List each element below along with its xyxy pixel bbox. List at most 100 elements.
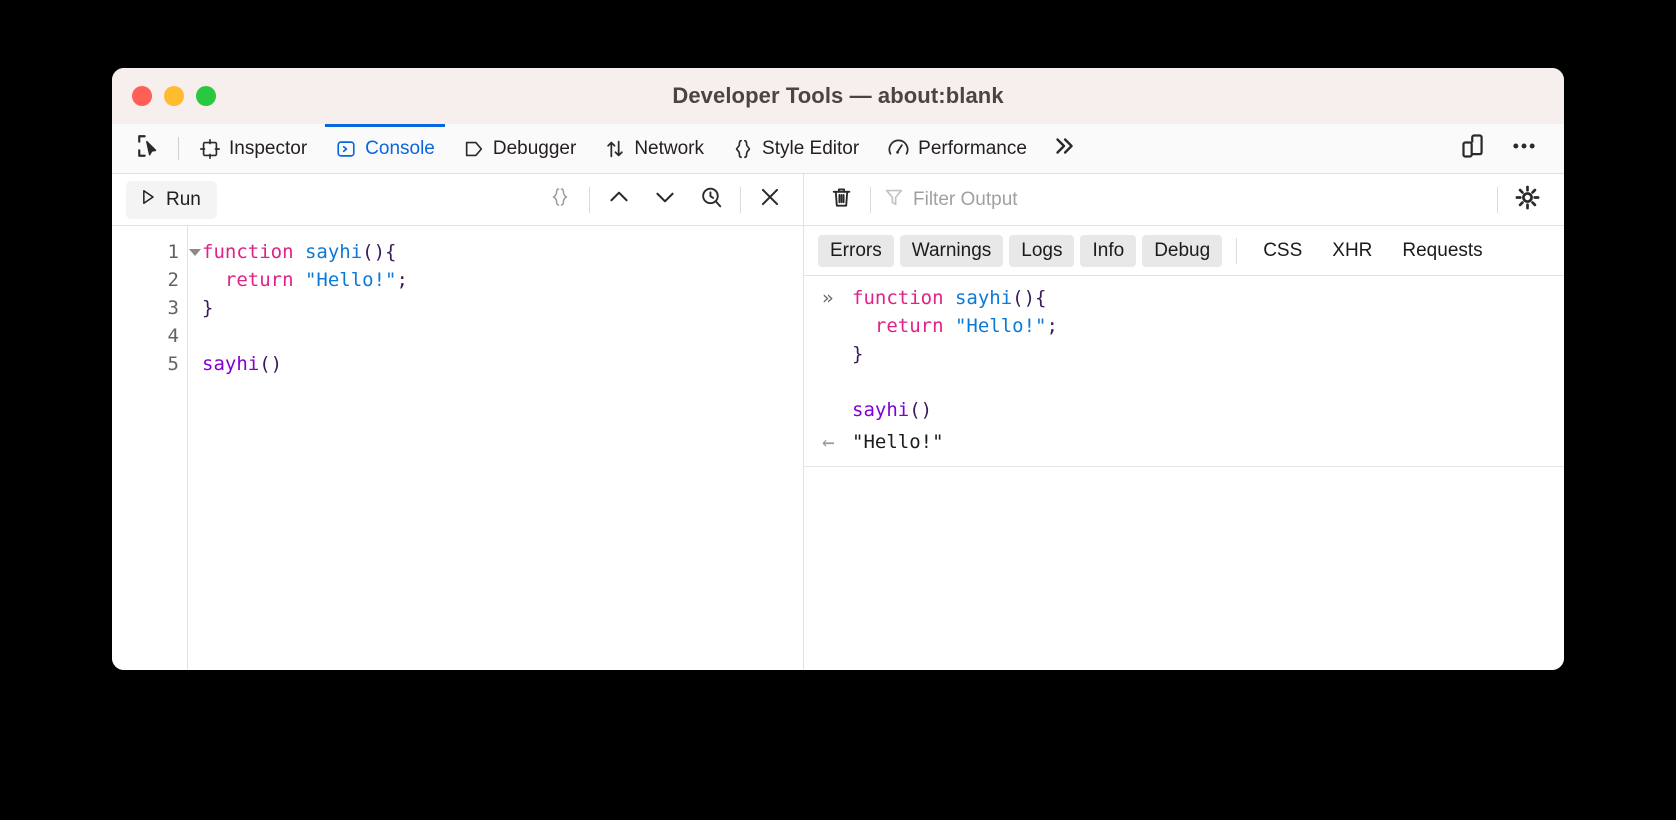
close-editor-button[interactable] [747,180,793,220]
filter-pill-debug[interactable]: Debug [1142,234,1223,267]
traffic-lights [132,86,216,106]
result-value: "Hello!" [852,431,944,453]
run-label: Run [166,188,201,210]
result-arrow-icon: ← [822,430,835,454]
code-line: } [852,340,1564,368]
tab-label: Network [634,137,705,159]
line-number: 3 [167,297,179,319]
filter-pill-xhr[interactable]: XHR [1320,235,1384,267]
style-editor-icon [732,138,754,160]
title-bar: Developer Tools — about:blank [112,68,1564,124]
code-token: "Hello!" [954,315,1047,337]
code-line: function sayhi(){ [202,238,803,266]
code-token: function [202,241,294,263]
code-editor[interactable]: 1 2 3 4 5 function sayhi(){ return "Hello!";… [112,226,803,670]
code-line: function sayhi(){ [852,284,1564,312]
clear-console-button[interactable] [818,180,864,220]
close-icon [757,184,783,215]
line-number: 2 [167,269,179,291]
message-body: function sayhi(){ return "Hello!";} sayh… [852,284,1564,424]
code-token: function [852,287,944,309]
next-expression-button[interactable] [642,180,688,220]
minimize-window-button[interactable] [164,86,184,106]
gear-icon [1514,184,1541,216]
filter-output-placeholder: Filter Output [913,188,1018,210]
tab-debugger[interactable]: Debugger [449,124,590,173]
previous-expression-button[interactable] [596,180,642,220]
filter-pill-logs[interactable]: Logs [1009,234,1075,267]
run-button[interactable]: Run [126,180,217,219]
code-token: "Hello!" [304,269,397,291]
performance-icon [887,137,910,160]
tab-label: Style Editor [762,137,860,159]
code-token: () [259,353,283,375]
fold-triangle-icon[interactable] [189,248,201,256]
responsive-design-mode-button[interactable] [1452,127,1496,171]
chevron-up-icon [606,184,632,215]
code-line: return "Hello!"; [852,312,1564,340]
devtools-main: Run 1 2 3 4 5 function sayhi(){return "… [112,174,1564,670]
tab-console[interactable]: Console [321,124,449,173]
filter-pill-info[interactable]: Info [1080,234,1137,267]
filter-pill-warnings[interactable]: Warnings [899,234,1004,267]
filter-pill-errors[interactable]: Errors [818,234,894,267]
code-content[interactable]: function sayhi(){ return "Hello!";} sayh… [188,226,803,670]
devtools-tab-bar: Inspector Console Debugger Network Style… [112,124,1564,174]
maximize-window-button[interactable] [196,86,216,106]
code-token: return [874,315,944,337]
editor-toolbar: Run [112,174,803,226]
code-token: (){ [1012,287,1047,309]
filter-pill-requests[interactable]: Requests [1390,235,1494,267]
input-prompt-icon: » [822,287,834,309]
code-token: } [202,297,214,319]
code-token: sayhi [202,353,260,375]
history-search-icon [699,185,724,215]
console-output: » function sayhi(){ return "Hello!";} say… [804,276,1564,670]
window-title: Developer Tools — about:blank [672,83,1004,108]
editor-tool-buttons [537,180,793,220]
responsive-design-mode-icon [1460,132,1488,165]
pretty-print-button[interactable] [537,180,583,220]
tab-performance[interactable]: Performance [873,124,1041,173]
console-toolbar: Filter Output [804,174,1564,226]
line-number: 1 [112,238,201,266]
evaluation-history-button[interactable] [688,180,734,220]
console-icon [335,138,357,160]
tab-inspector[interactable]: Inspector [185,124,321,173]
code-token: sayhi [954,287,1013,309]
line-number: 4 [167,325,179,347]
code-token: () [909,399,933,421]
more-tabs-button[interactable] [1041,124,1087,173]
filter-output-input[interactable]: Filter Output [877,186,1491,213]
console-filter-bar: Errors Warnings Logs Info Debug CSS XHR Request… [804,226,1564,276]
element-picker-button[interactable] [126,124,172,173]
console-toolbar-divider [870,186,871,213]
multiline-editor-pane: Run 1 2 3 4 5 function sayhi(){return "… [112,174,804,670]
editor-toolbar-divider [589,186,590,213]
element-picker-icon [136,133,162,164]
console-settings-button[interactable] [1504,180,1550,220]
line-number: 5 [167,353,179,375]
code-token: } [852,343,864,365]
tabbar-divider [178,137,179,160]
inspector-icon [199,138,221,160]
pretty-print-icon [548,185,572,214]
filter-pill-css[interactable]: CSS [1251,235,1314,267]
tab-style-editor[interactable]: Style Editor [718,124,873,173]
trash-icon [829,185,854,215]
chevron-down-icon [652,184,678,215]
close-window-button[interactable] [132,86,152,106]
tab-network[interactable]: Network [590,124,718,173]
funnel-icon [883,186,905,213]
devtools-menu-button[interactable] [1502,127,1546,171]
chevron-double-right-icon [1051,133,1077,164]
message-body: "Hello!" [852,428,1564,456]
tab-label: Performance [918,137,1027,159]
console-result-message: ← "Hello!" [804,426,1564,467]
tab-label: Debugger [492,137,577,159]
code-token: sayhi [852,399,910,421]
